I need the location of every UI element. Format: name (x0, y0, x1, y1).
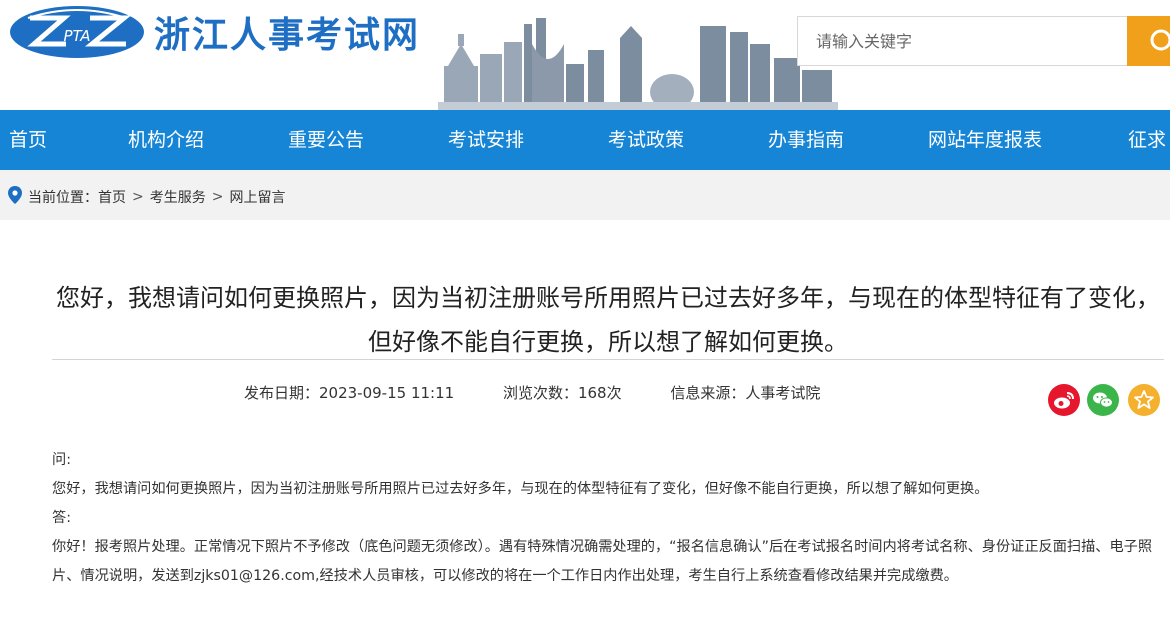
share-weibo-button[interactable] (1048, 384, 1080, 416)
site-title[interactable]: 浙江人事考试网 (154, 6, 420, 58)
breadcrumb: 当前位置： 首页 > 考生服务 > 网上留言 (8, 186, 285, 208)
question-label: 问: (52, 452, 71, 468)
article-title: 您好，我想请问如何更换照片，因为当初注册账号所用照片已过去好多年，与现在的体型特… (56, 284, 1160, 356)
search-box (797, 16, 1127, 66)
search-icon (1150, 29, 1170, 51)
nav-item-exam-schedule[interactable]: 考试安排 (448, 110, 524, 170)
search-input[interactable] (798, 17, 1127, 65)
breadcrumb-link-online-message[interactable]: 网上留言 (229, 187, 285, 207)
weibo-icon (1054, 392, 1074, 409)
article-meta: 发布日期：2023-09-15 11:11 浏览次数：168次 信息来源：人事考… (244, 382, 864, 403)
answer-label: 答: (52, 510, 71, 526)
main-nav: 首页 机构介绍 重要公告 考试安排 考试政策 办事指南 网站年度报表 征求 (0, 110, 1170, 170)
breadcrumb-link-home[interactable]: 首页 (98, 187, 126, 207)
publish-date: 发布日期：2023-09-15 11:11 (244, 384, 455, 402)
breadcrumb-label: 当前位置： (28, 190, 98, 206)
city-skyline-illustration (438, 18, 838, 110)
nav-item-guide[interactable]: 办事指南 (768, 110, 844, 170)
star-icon (1134, 390, 1154, 409)
nav-item-home[interactable]: 首页 (9, 110, 47, 170)
wechat-icon (1093, 392, 1113, 408)
breadcrumb-bar: 当前位置： 首页 > 考生服务 > 网上留言 (0, 170, 1170, 220)
nav-item-annual-report[interactable]: 网站年度报表 (928, 110, 1042, 170)
nav-item-solicit[interactable]: 征求 (1128, 110, 1166, 170)
search-button[interactable] (1127, 16, 1170, 66)
breadcrumb-link-candidate-service[interactable]: 考生服务 (150, 187, 206, 207)
breadcrumb-separator: > (132, 189, 144, 205)
nav-item-exam-policy[interactable]: 考试政策 (608, 110, 684, 170)
logo-text: PTA (63, 27, 90, 45)
nav-item-about[interactable]: 机构介绍 (128, 110, 204, 170)
share-favorite-button[interactable] (1128, 384, 1160, 416)
share-wechat-button[interactable] (1087, 384, 1119, 416)
site-logo[interactable]: PTA (8, 4, 146, 64)
site-header: PTA 浙江人事考试网 (0, 0, 1170, 110)
info-source: 信息来源：人事考试院 (670, 384, 821, 402)
breadcrumb-separator: > (211, 189, 224, 205)
location-pin-icon (8, 186, 22, 208)
view-count: 浏览次数：168次 (502, 384, 622, 402)
title-divider (52, 359, 1164, 360)
article-content: 问: 您好，我想请问如何更换照片，因为当初注册账号所用照片已过去好多年，与现在的… (52, 446, 1164, 591)
question-text: 您好，我想请问如何更换照片，因为当初注册账号所用照片已过去好多年，与现在的体型特… (52, 481, 989, 497)
nav-item-announcements[interactable]: 重要公告 (288, 110, 364, 170)
answer-text: 你好！报考照片处理。正常情况下照片不予修改（底色问题无须修改）。遇有特殊情况确需… (52, 539, 1153, 584)
